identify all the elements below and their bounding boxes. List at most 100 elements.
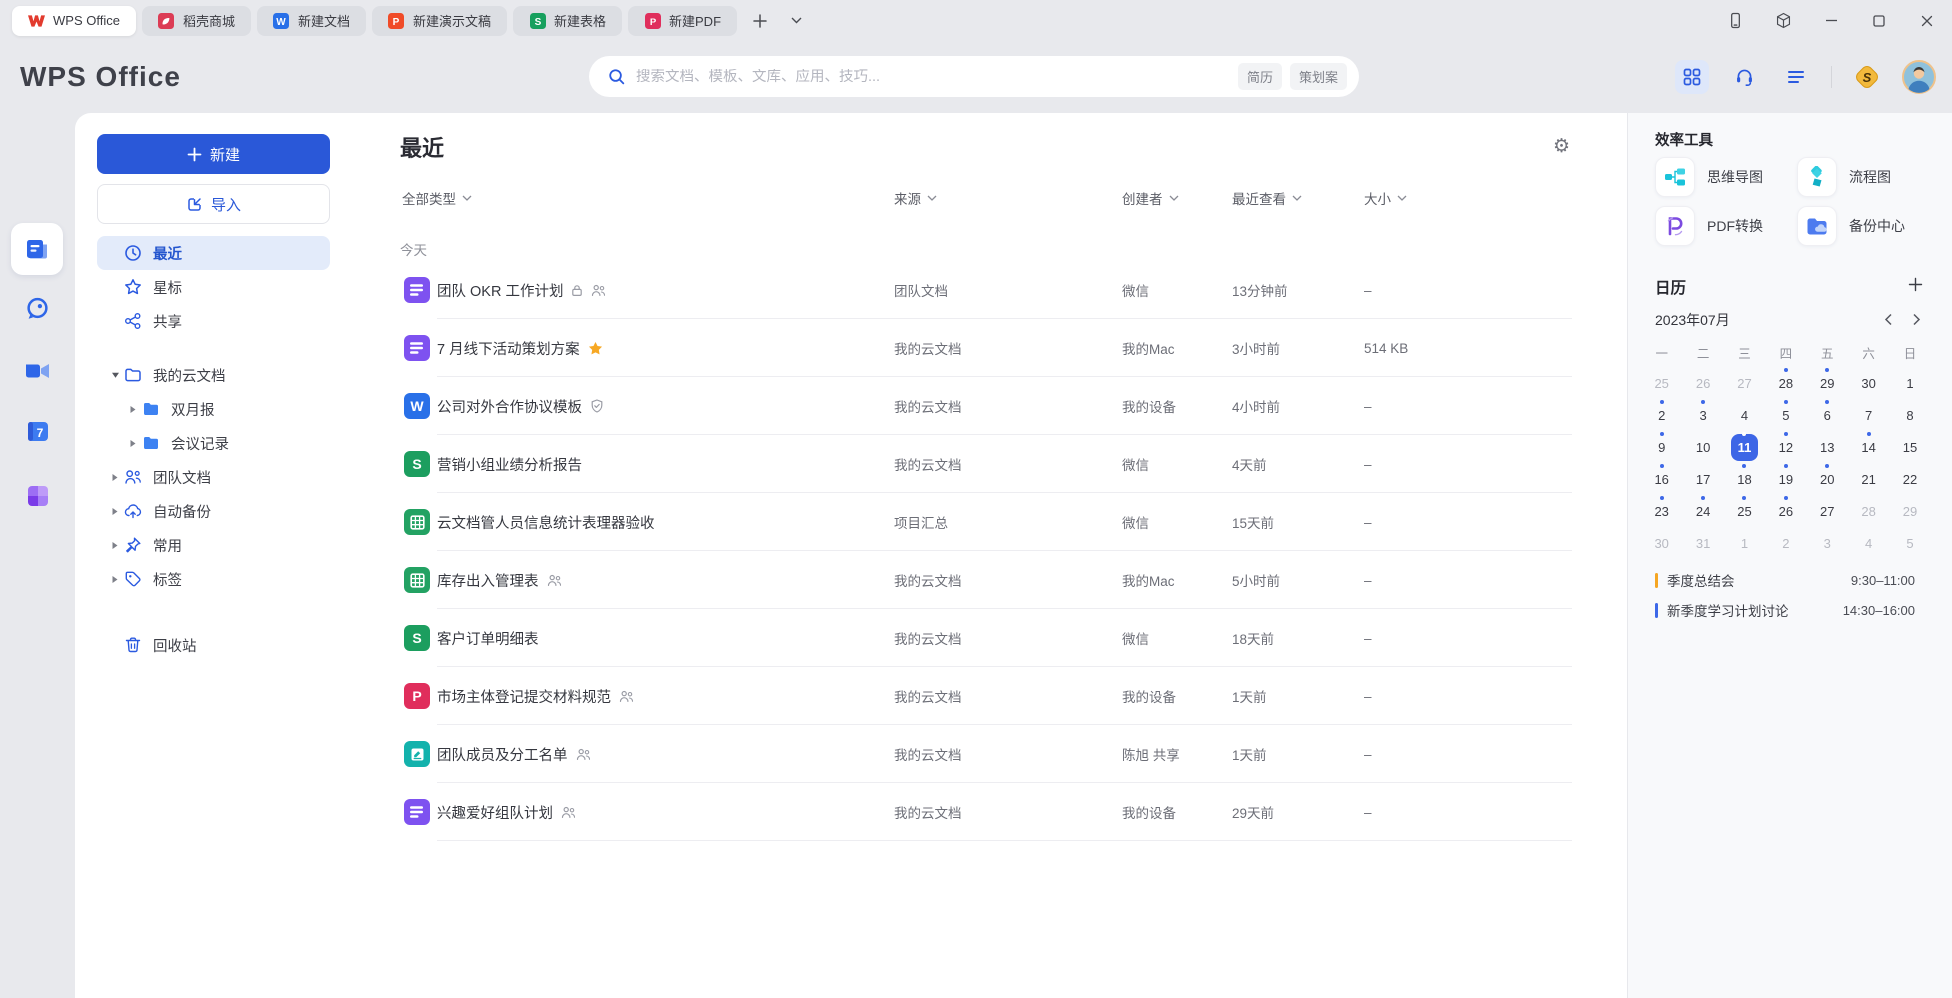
filter-2[interactable]: 创建者 (1122, 188, 1179, 208)
calendar-day[interactable]: 1 (1889, 367, 1930, 399)
sidebar-item-star-1[interactable]: 星标 (97, 270, 330, 304)
tool-flowchart[interactable]: 流程图 (1797, 157, 1927, 197)
gear-icon[interactable]: ⚙ (1553, 135, 1570, 158)
rail-item-calendar[interactable]: 7 (0, 418, 75, 444)
file-row[interactable]: 7 月线下活动策划方案我的云文档我的Mac3小时前514 KB (400, 319, 1572, 377)
sidebar-item-clock-0[interactable]: 最近 (97, 236, 330, 270)
tab-wps-logo[interactable]: WPS Office (12, 6, 136, 36)
calendar-day[interactable]: 3 (1807, 527, 1848, 559)
maximize-button[interactable] (1868, 10, 1890, 32)
calendar-day[interactable]: 14 (1848, 431, 1889, 463)
file-row[interactable]: 库存出入管理表我的云文档我的Mac5小时前– (400, 551, 1572, 609)
workspace-icon[interactable] (1772, 10, 1794, 32)
calendar-day[interactable]: 31 (1682, 527, 1723, 559)
import-button[interactable]: 导入 (97, 184, 330, 224)
calendar-day[interactable]: 27 (1807, 495, 1848, 527)
tab-docer[interactable]: 稻壳商城 (142, 6, 251, 36)
file-row[interactable]: S营销小组业绩分析报告我的云文档微信4天前– (400, 435, 1572, 493)
file-row[interactable]: W公司对外合作协议模板我的云文档我的设备4小时前– (400, 377, 1572, 435)
sidebar-item-cloud-up-7[interactable]: 自动备份 (97, 494, 330, 528)
tool-pdf-convert[interactable]: PDF转换 (1655, 206, 1785, 246)
expand-arrow-right-icon[interactable] (107, 507, 123, 516)
calendar-day[interactable]: 26 (1765, 495, 1806, 527)
filter-4[interactable]: 大小 (1364, 188, 1407, 208)
sidebar-item-folder-filled-4[interactable]: 双月报 (97, 392, 330, 426)
calendar-event[interactable]: 季度总结会9:30–11:00 (1655, 565, 1926, 595)
calendar-day[interactable]: 18 (1724, 463, 1765, 495)
filter-0[interactable]: 全部类型 (402, 188, 472, 208)
calendar-day[interactable]: 17 (1682, 463, 1723, 495)
calendar-day[interactable]: 5 (1765, 399, 1806, 431)
calendar-add-icon[interactable] (1904, 273, 1926, 295)
calendar-day[interactable]: 6 (1807, 399, 1848, 431)
calendar-day[interactable]: 2 (1641, 399, 1682, 431)
rail-item-apps[interactable] (0, 483, 75, 509)
calendar-day[interactable]: 30 (1848, 367, 1889, 399)
new-document-button[interactable]: 新建 (97, 134, 330, 174)
apps-grid-icon[interactable] (1675, 60, 1709, 94)
sidebar-item-share-2[interactable]: 共享 (97, 304, 330, 338)
calendar-day[interactable]: 3 (1682, 399, 1723, 431)
calendar-day[interactable]: 20 (1807, 463, 1848, 495)
file-row[interactable]: 兴趣爱好组队计划我的云文档我的设备29天前– (400, 783, 1572, 841)
calendar-day[interactable]: 26 (1682, 367, 1723, 399)
minimize-button[interactable] (1820, 10, 1842, 32)
calendar-day[interactable]: 4 (1724, 399, 1765, 431)
calendar-day[interactable]: 2 (1765, 527, 1806, 559)
expand-arrow-right-icon[interactable] (107, 541, 123, 550)
quick-tag-1[interactable]: 策划案 (1290, 63, 1347, 90)
calendar-day[interactable]: 16 (1641, 463, 1682, 495)
sidebar-item-tag-9[interactable]: 标签 (97, 562, 330, 596)
calendar-day[interactable]: 24 (1682, 495, 1723, 527)
user-avatar[interactable] (1902, 60, 1936, 94)
calendar-day[interactable]: 15 (1889, 431, 1930, 463)
close-button[interactable] (1916, 10, 1938, 32)
quick-tag-0[interactable]: 简历 (1238, 63, 1282, 90)
sidebar-item-pin-8[interactable]: 常用 (97, 528, 330, 562)
expand-arrow-right-icon[interactable] (125, 439, 141, 448)
sidebar-item-folder-filled-5[interactable]: 会议记录 (97, 426, 330, 460)
expand-arrow-right-icon[interactable] (107, 473, 123, 482)
tab-tab-doc[interactable]: W新建文档 (257, 6, 366, 36)
tool-backup[interactable]: 备份中心 (1797, 206, 1927, 246)
rail-item-documents[interactable] (11, 223, 63, 275)
search-bar[interactable]: 简历策划案 (589, 56, 1359, 97)
calendar-day[interactable]: 13 (1807, 431, 1848, 463)
tab-tab-sheet[interactable]: S新建表格 (513, 6, 622, 36)
calendar-day[interactable]: 21 (1848, 463, 1889, 495)
tab-list-dropdown[interactable] (783, 8, 809, 34)
filter-1[interactable]: 来源 (894, 188, 937, 208)
file-row[interactable]: P市场主体登记提交材料规范我的云文档我的设备1天前– (400, 667, 1572, 725)
calendar-next-icon[interactable] (1906, 309, 1926, 329)
expand-arrow-down-icon[interactable] (107, 371, 123, 379)
vip-badge-icon[interactable]: S (1850, 60, 1884, 94)
calendar-event[interactable]: 新季度学习计划讨论14:30–16:00 (1655, 595, 1926, 625)
calendar-day[interactable]: 29 (1807, 367, 1848, 399)
mobile-icon[interactable] (1724, 10, 1746, 32)
calendar-day[interactable]: 25 (1724, 495, 1765, 527)
calendar-prev-icon[interactable] (1878, 309, 1898, 329)
calendar-day[interactable]: 10 (1682, 431, 1723, 463)
menu-icon[interactable] (1779, 60, 1813, 94)
filter-3[interactable]: 最近查看 (1232, 188, 1302, 208)
file-row[interactable]: 云文档管人员信息统计表理器验收项目汇总微信15天前– (400, 493, 1572, 551)
calendar-day[interactable]: 12 (1765, 431, 1806, 463)
calendar-day[interactable]: 22 (1889, 463, 1930, 495)
new-tab-button[interactable] (747, 8, 773, 34)
sidebar-item-folder-open-3[interactable]: 我的云文档 (97, 358, 330, 392)
headset-support-icon[interactable] (1727, 60, 1761, 94)
tab-tab-ppt[interactable]: P新建演示文稿 (372, 6, 507, 36)
calendar-day[interactable]: 29 (1889, 495, 1930, 527)
expand-arrow-right-icon[interactable] (125, 405, 141, 414)
calendar-day[interactable]: 7 (1848, 399, 1889, 431)
file-row[interactable]: 团队成员及分工名单我的云文档陈旭 共享1天前– (400, 725, 1572, 783)
calendar-day[interactable]: 25 (1641, 367, 1682, 399)
expand-arrow-right-icon[interactable] (107, 575, 123, 584)
calendar-day[interactable]: 8 (1889, 399, 1930, 431)
sidebar-item-trash[interactable]: 回收站 (97, 628, 330, 662)
calendar-day[interactable]: 5 (1889, 527, 1930, 559)
file-row[interactable]: S客户订单明细表我的云文档微信18天前– (400, 609, 1572, 667)
rail-item-chat[interactable] (0, 295, 75, 322)
calendar-day[interactable]: 1 (1724, 527, 1765, 559)
calendar-day-selected[interactable]: 11 (1724, 431, 1765, 463)
